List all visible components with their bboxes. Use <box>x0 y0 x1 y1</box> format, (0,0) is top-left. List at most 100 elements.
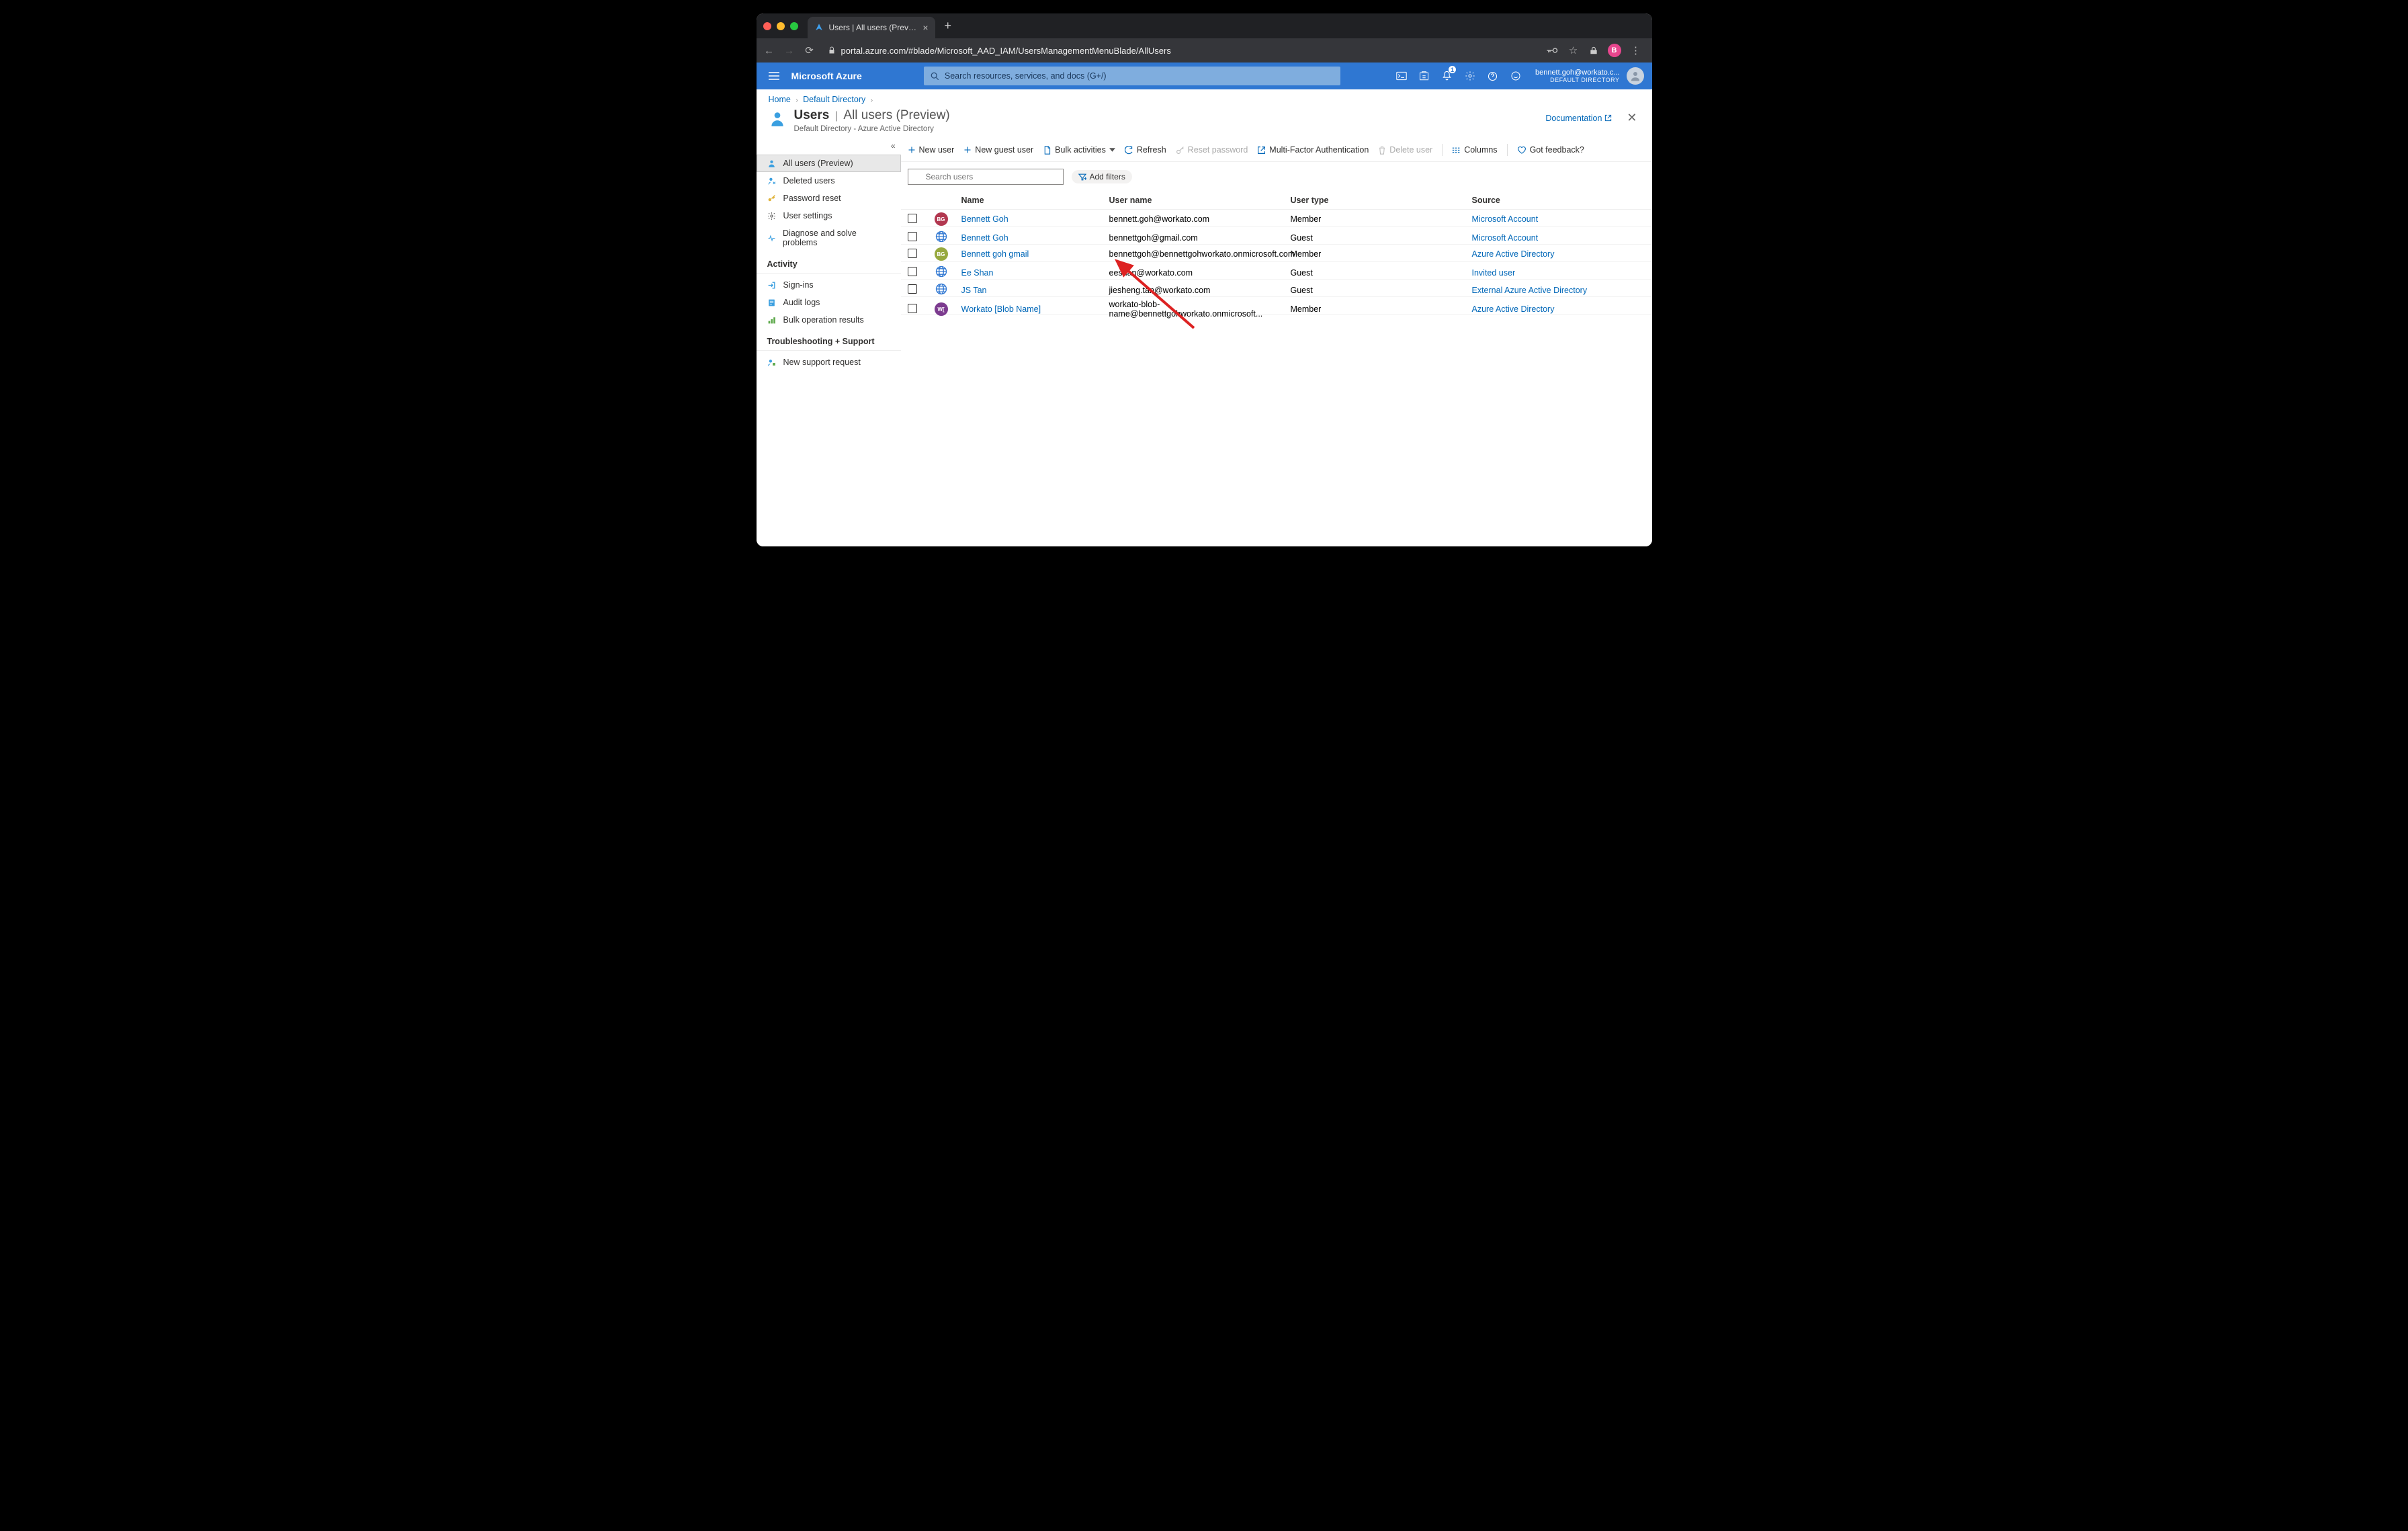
row-checkbox[interactable] <box>908 267 917 276</box>
user-name-link[interactable]: Bennett Goh <box>961 233 1008 243</box>
azure-brand[interactable]: Microsoft Azure <box>791 71 874 81</box>
user-username: eeshan@workato.com <box>1109 268 1291 278</box>
users-table: Name User name User type Source BGBennet… <box>901 192 1652 315</box>
extensions-icon[interactable] <box>1589 46 1598 55</box>
user-name-link[interactable]: Workato [Blob Name] <box>961 304 1041 314</box>
nav-sign-ins[interactable]: Sign-ins <box>757 276 901 294</box>
back-button[interactable]: ← <box>763 45 775 56</box>
add-filters-button[interactable]: Add filters <box>1072 170 1132 183</box>
delete-user-button[interactable]: Delete user <box>1378 145 1432 155</box>
new-user-button[interactable]: New user <box>908 145 955 155</box>
support-icon <box>767 358 777 367</box>
table-row[interactable]: BGBennett Gohbennett.goh@workato.comMemb… <box>901 210 1652 227</box>
log-icon <box>767 298 777 307</box>
bookmark-icon[interactable]: ☆ <box>1567 44 1580 56</box>
user-source-link[interactable]: External Azure Active Directory <box>1472 286 1588 295</box>
user-type: Guest <box>1291 286 1472 295</box>
col-usertype[interactable]: User type <box>1291 196 1472 205</box>
user-type: Member <box>1291 249 1472 259</box>
cloud-shell-icon[interactable] <box>1390 63 1413 89</box>
page-subtitle: All users (Preview) <box>843 108 949 122</box>
close-blade-button[interactable]: ✕ <box>1624 108 1639 128</box>
nav-deleted-users[interactable]: Deleted users <box>757 172 901 190</box>
tab-close-icon[interactable]: × <box>922 22 928 33</box>
browser-tab[interactable]: Users | All users (Preview) - M… × <box>808 17 935 38</box>
traffic-max[interactable] <box>790 22 798 30</box>
user-username: bennettgoh@gmail.com <box>1109 233 1291 243</box>
search-users-wrap <box>908 169 1064 185</box>
browser-right-icons: ☆ B ⋮ <box>1546 44 1645 57</box>
breadcrumb-directory[interactable]: Default Directory <box>803 95 865 104</box>
user-source-link[interactable]: Microsoft Account <box>1472 233 1539 243</box>
settings-icon[interactable] <box>1459 63 1481 89</box>
avatar: BG <box>935 247 948 261</box>
user-username: workato-blob-name@bennettgohworkato.onmi… <box>1109 300 1291 319</box>
row-checkbox[interactable] <box>908 304 917 313</box>
forward-button[interactable]: → <box>783 45 796 56</box>
row-checkbox[interactable] <box>908 249 917 258</box>
mfa-button[interactable]: Multi-Factor Authentication <box>1257 145 1369 155</box>
azure-header: Microsoft Azure Search resources, servic… <box>757 63 1652 89</box>
filter-icon <box>1078 173 1086 181</box>
bulk-activities-button[interactable]: Bulk activities <box>1043 145 1115 155</box>
nav-diagnose[interactable]: Diagnose and solve problems <box>757 224 901 251</box>
new-guest-user-button[interactable]: New guest user <box>963 145 1033 155</box>
col-source[interactable]: Source <box>1472 196 1627 205</box>
key-icon[interactable] <box>1546 46 1558 54</box>
chrome-menu-icon[interactable]: ⋮ <box>1631 44 1643 56</box>
nav-support[interactable]: New support request <box>757 354 901 371</box>
bulk-icon <box>767 315 777 325</box>
trash-icon <box>1378 146 1386 155</box>
row-checkbox[interactable] <box>908 232 917 241</box>
table-row[interactable]: JS Tanjiesheng.tan@workato.comGuestExter… <box>901 280 1652 297</box>
hamburger-menu[interactable] <box>757 70 791 82</box>
notification-badge: 1 <box>1449 66 1456 73</box>
user-source-link[interactable]: Microsoft Account <box>1472 214 1539 224</box>
feedback-button[interactable]: Got feedback? <box>1517 145 1584 155</box>
user-name-link[interactable]: Bennett Goh <box>961 214 1008 224</box>
user-name-link[interactable]: JS Tan <box>961 286 987 295</box>
help-icon[interactable] <box>1481 63 1504 89</box>
azure-search-input[interactable]: Search resources, services, and docs (G+… <box>924 67 1340 85</box>
user-icon <box>767 159 777 168</box>
table-row[interactable]: Bennett Gohbennettgoh@gmail.comGuestMicr… <box>901 227 1652 245</box>
table-row[interactable]: BGBennett goh gmailbennettgoh@bennettgoh… <box>901 245 1652 262</box>
nav-audit-logs[interactable]: Audit logs <box>757 294 901 311</box>
user-type: Member <box>1291 304 1472 314</box>
reload-button[interactable]: ⟳ <box>804 44 816 56</box>
nav-user-settings[interactable]: User settings <box>757 207 901 224</box>
reset-password-button[interactable]: Reset password <box>1176 145 1248 155</box>
user-source-link[interactable]: Invited user <box>1472 268 1516 278</box>
feedback-icon[interactable] <box>1504 63 1527 89</box>
nav-bulk-ops[interactable]: Bulk operation results <box>757 311 901 329</box>
user-name-link[interactable]: Bennett goh gmail <box>961 249 1029 259</box>
breadcrumb-home[interactable]: Home <box>769 95 791 104</box>
notifications-icon[interactable]: 1 <box>1436 63 1459 89</box>
globe-icon <box>935 230 948 243</box>
directory-filter-icon[interactable] <box>1413 63 1436 89</box>
row-checkbox[interactable] <box>908 214 917 223</box>
nav-all-users[interactable]: All users (Preview) <box>757 155 901 172</box>
search-users-input[interactable] <box>908 169 1064 185</box>
new-tab-button[interactable]: + <box>945 19 952 33</box>
command-bar: New user New guest user Bulk activities … <box>901 140 1652 162</box>
collapse-nav-button[interactable]: « <box>757 140 901 155</box>
col-username[interactable]: User name <box>1109 196 1291 205</box>
traffic-min[interactable] <box>777 22 785 30</box>
user-source-link[interactable]: Azure Active Directory <box>1472 304 1555 314</box>
refresh-button[interactable]: Refresh <box>1125 145 1166 155</box>
address-bar[interactable]: portal.azure.com/#blade/Microsoft_AAD_IA… <box>824 46 1538 56</box>
col-name[interactable]: Name <box>961 196 1109 205</box>
table-row[interactable]: Ee Shaneeshan@workato.comGuestInvited us… <box>901 262 1652 280</box>
documentation-link[interactable]: Documentation <box>1545 114 1612 123</box>
account-menu[interactable]: bennett.goh@workato.c... DEFAULT DIRECTO… <box>1527 67 1652 85</box>
profile-avatar[interactable]: B <box>1608 44 1621 57</box>
row-checkbox[interactable] <box>908 284 917 294</box>
columns-button[interactable]: Columns <box>1452 145 1497 155</box>
page-title: Users <box>794 108 830 122</box>
nav-password-reset[interactable]: Password reset <box>757 190 901 207</box>
user-source-link[interactable]: Azure Active Directory <box>1472 249 1555 259</box>
traffic-close[interactable] <box>763 22 771 30</box>
user-name-link[interactable]: Ee Shan <box>961 268 994 278</box>
table-row[interactable]: W[Workato [Blob Name]workato-blob-name@b… <box>901 297 1652 315</box>
